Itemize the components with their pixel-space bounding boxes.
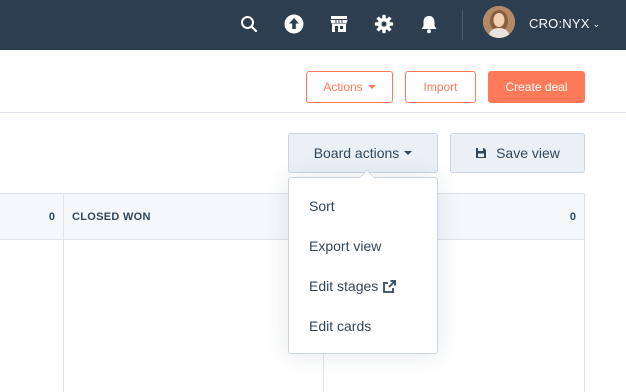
save-view-button[interactable]: Save view	[450, 133, 585, 173]
menu-item-sort[interactable]: Sort	[289, 186, 437, 226]
board-column: 0	[0, 193, 64, 392]
account-menu[interactable]: CRO:NYX ⌄	[529, 16, 600, 31]
menu-item-label: Sort	[309, 198, 335, 214]
column-count: 0	[569, 211, 576, 223]
menu-item-label: Export view	[309, 238, 382, 254]
avatar[interactable]	[483, 6, 515, 38]
menu-item-label: Edit stages	[309, 278, 379, 294]
top-navigation-bar: CRO:NYX ⌄	[0, 0, 626, 50]
chevron-down-icon: ⌄	[592, 19, 601, 29]
caret-down-icon	[404, 151, 413, 155]
upload-icon[interactable]	[282, 12, 306, 36]
board-actions-label: Board actions	[313, 145, 400, 161]
create-deal-button[interactable]: Create deal	[488, 71, 585, 103]
column-header: 0	[0, 193, 63, 240]
nav-divider	[462, 10, 463, 40]
gear-icon[interactable]	[372, 12, 396, 36]
menu-item-export-view[interactable]: Export view	[289, 226, 437, 266]
column-count: 0	[48, 211, 55, 223]
search-icon[interactable]	[237, 12, 261, 36]
import-label: Import	[423, 80, 458, 94]
column-header: CLOSED WON	[64, 193, 323, 240]
menu-item-edit-stages[interactable]: Edit stages	[289, 266, 437, 306]
menu-item-label: Edit cards	[309, 318, 372, 334]
caret-down-icon	[367, 85, 376, 89]
column-title: CLOSED WON	[72, 211, 151, 223]
board-column-closed-won: CLOSED WON	[64, 193, 324, 392]
board-actions-dropdown: Sort Export view Edit stages Edit cards	[288, 170, 438, 354]
page-header: Actions Import Create deal	[0, 50, 626, 113]
board-actions-button[interactable]: Board actions	[288, 133, 438, 173]
external-link-icon	[383, 279, 397, 293]
save-view-label: Save view	[496, 145, 560, 161]
import-button[interactable]: Import	[405, 71, 476, 103]
actions-button[interactable]: Actions	[306, 71, 393, 103]
save-icon	[476, 148, 487, 158]
create-deal-label: Create deal	[505, 80, 568, 94]
marketplace-icon[interactable]	[327, 12, 351, 36]
account-name: CRO:NYX	[529, 16, 590, 31]
menu-item-edit-cards[interactable]: Edit cards	[289, 306, 437, 346]
bell-icon[interactable]	[417, 12, 441, 36]
actions-label: Actions	[323, 80, 363, 94]
